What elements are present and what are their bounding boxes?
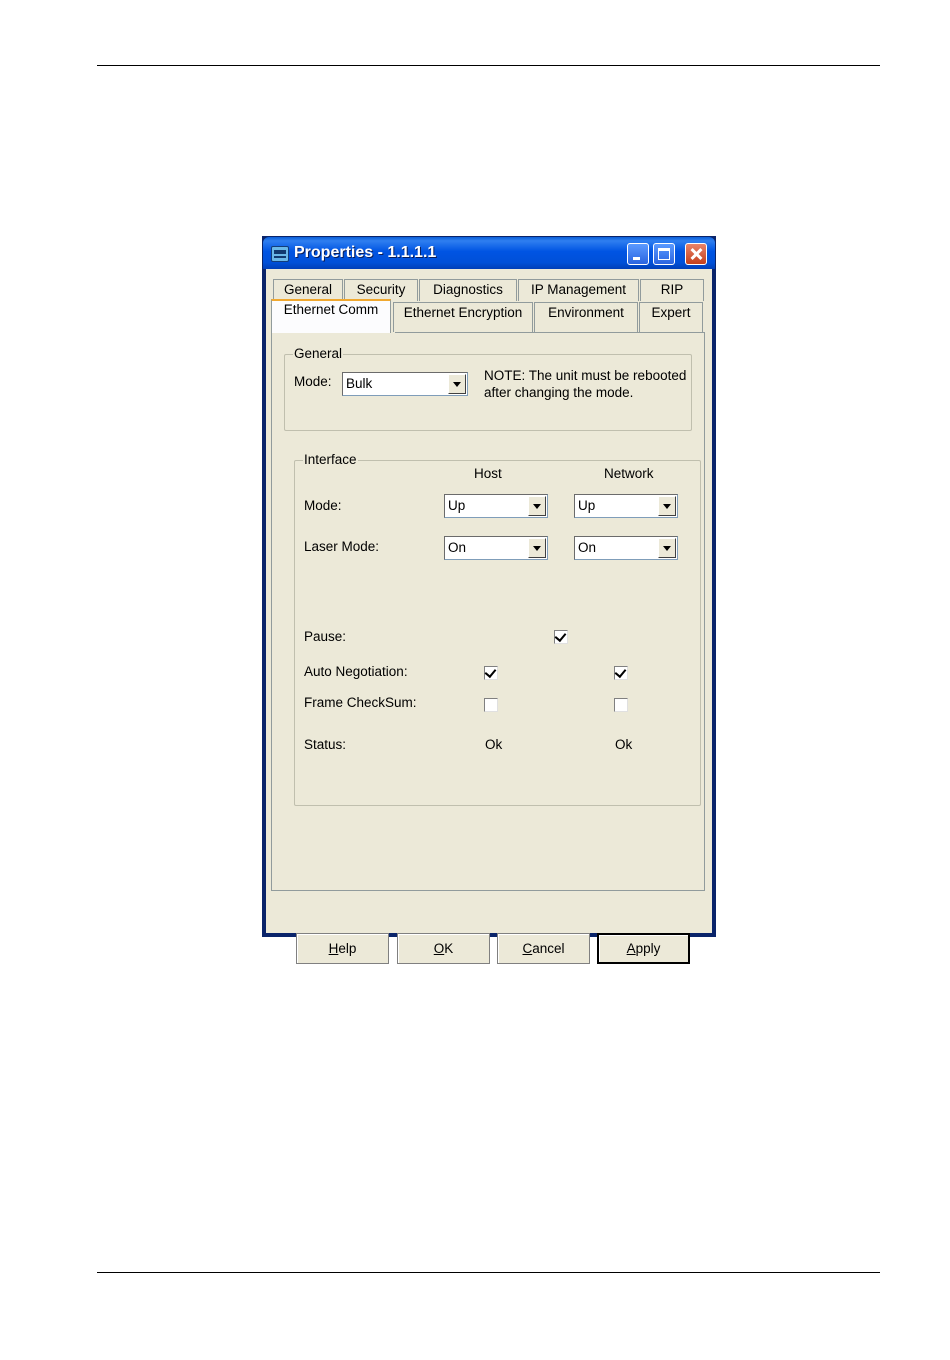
apply-button[interactable]: Apply <box>597 933 690 964</box>
cancel-button-accel: C <box>522 941 533 956</box>
page-bottom-rule <box>97 1272 880 1273</box>
pause-checkbox[interactable] <box>554 630 568 644</box>
network-laser-select[interactable]: On <box>574 536 678 560</box>
tab-expert[interactable]: Expert <box>639 302 703 332</box>
general-mode-select[interactable]: Bulk <box>342 372 468 396</box>
tab-ethernet-encryption[interactable]: Ethernet Encryption <box>393 302 533 332</box>
title-bar[interactable]: Properties - 1.1.1.1 <box>263 237 715 269</box>
host-laser-value: On <box>448 540 467 555</box>
tab-general[interactable]: General <box>273 279 343 301</box>
general-mode-label: Mode: <box>294 374 332 389</box>
tab-rip[interactable]: RIP <box>640 279 704 301</box>
frame-checksum-label: Frame CheckSum: <box>304 695 417 710</box>
tab-ip-management[interactable]: IP Management <box>518 279 639 301</box>
network-laser-value: On <box>578 540 597 555</box>
chevron-down-icon[interactable] <box>528 496 546 516</box>
host-mode-select[interactable]: Up <box>444 494 548 518</box>
network-column-header: Network <box>604 466 654 481</box>
tab-security[interactable]: Security <box>344 279 418 301</box>
maximize-button[interactable] <box>653 243 675 265</box>
tab-ethernet-comm[interactable]: Ethernet Comm <box>271 299 391 333</box>
network-status-value: Ok <box>615 737 633 752</box>
host-frame-checksum-checkbox[interactable] <box>484 698 498 712</box>
status-label: Status: <box>304 737 347 752</box>
dialog-client: General Security Diagnostics IP Manageme… <box>266 269 712 964</box>
ok-button-label: K <box>444 941 454 956</box>
host-mode-value: Up <box>448 498 466 513</box>
interface-mode-label: Mode: <box>304 498 342 513</box>
host-laser-select[interactable]: On <box>444 536 548 560</box>
apply-button-label: pply <box>635 941 661 956</box>
ok-button-accel: O <box>433 941 445 956</box>
page-top-rule <box>97 65 880 66</box>
note-line-2: after changing the mode. <box>484 385 634 400</box>
chevron-down-icon[interactable] <box>658 496 676 516</box>
chevron-down-icon[interactable] <box>658 538 676 558</box>
chevron-down-icon[interactable] <box>528 538 546 558</box>
network-frame-checksum-checkbox[interactable] <box>614 698 628 712</box>
network-auto-negotiation-checkbox[interactable] <box>614 666 628 680</box>
help-button-label: elp <box>338 941 357 956</box>
interface-group-legend: Interface <box>303 452 358 468</box>
laser-mode-label: Laser Mode: <box>304 539 380 554</box>
pause-label: Pause: <box>304 629 347 644</box>
help-button-accel: H <box>328 941 339 956</box>
app-icon <box>271 246 289 262</box>
cancel-button-label: ancel <box>532 941 565 956</box>
note-line-1: NOTE: The unit must be rebooted <box>484 368 687 383</box>
apply-button-accel: A <box>626 941 636 956</box>
minimize-button[interactable] <box>627 243 649 265</box>
host-column-header: Host <box>474 466 502 481</box>
tab-panel: General Mode: Bulk NOTE: The unit must b… <box>271 332 705 891</box>
chevron-down-icon[interactable] <box>448 374 466 394</box>
close-button[interactable] <box>685 243 707 265</box>
host-auto-negotiation-checkbox[interactable] <box>484 666 498 680</box>
window-title: Properties - 1.1.1.1 <box>294 244 437 261</box>
general-mode-value: Bulk <box>346 376 373 391</box>
host-status-value: Ok <box>485 737 503 752</box>
properties-dialog: Properties - 1.1.1.1 General Security Di… <box>262 236 716 964</box>
auto-negotiation-label: Auto Negotiation: <box>304 664 408 679</box>
ok-button[interactable]: OK <box>397 933 490 964</box>
network-mode-select[interactable]: Up <box>574 494 678 518</box>
tab-diagnostics[interactable]: Diagnostics <box>419 279 517 301</box>
help-button[interactable]: Help <box>296 933 389 964</box>
network-mode-value: Up <box>578 498 596 513</box>
general-group-legend: General <box>293 346 344 362</box>
cancel-button[interactable]: Cancel <box>497 933 590 964</box>
tab-environment[interactable]: Environment <box>534 302 638 332</box>
